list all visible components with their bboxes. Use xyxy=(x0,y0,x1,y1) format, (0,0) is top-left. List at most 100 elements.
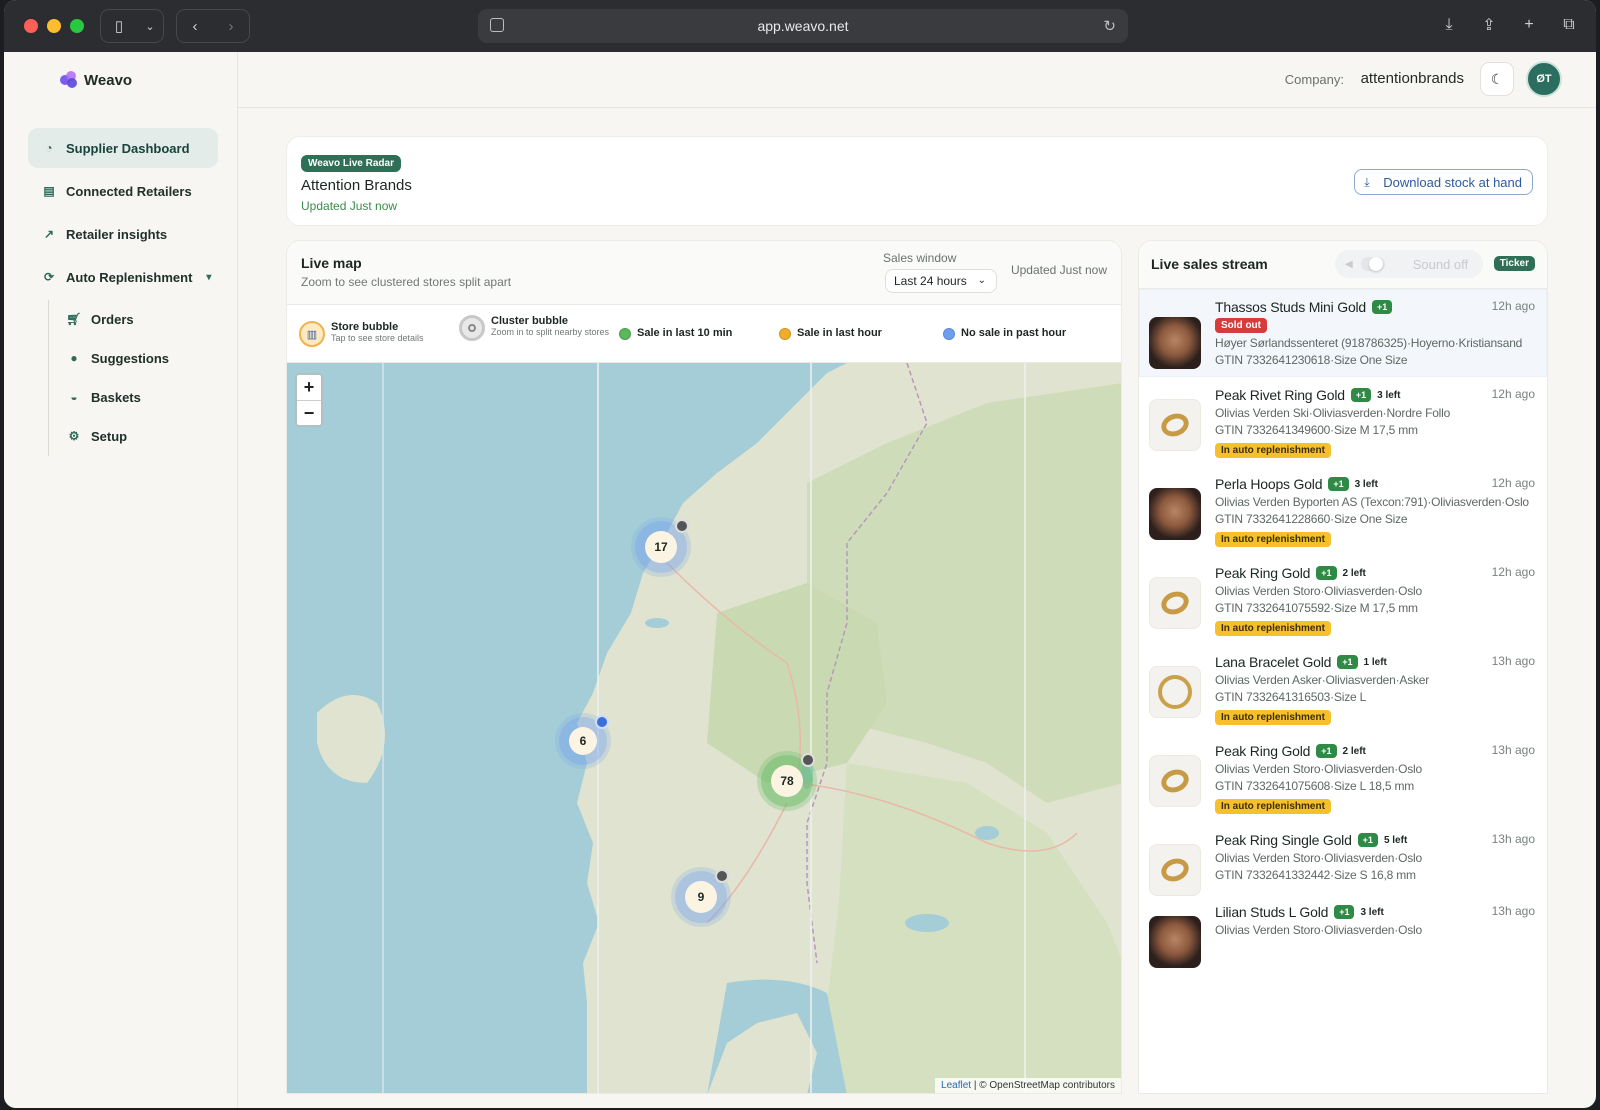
live-map-panel: Live map Zoom to see clustered stores sp… xyxy=(286,240,1122,1094)
forward-icon[interactable]: › xyxy=(213,10,249,42)
gtin-size: GTIN 7332641316503·Size L xyxy=(1215,690,1367,704)
cluster-pin-icon xyxy=(675,519,689,533)
stock-left: 3 left xyxy=(1354,478,1378,490)
reload-icon[interactable]: ↻ xyxy=(1103,17,1116,35)
nav-label: Connected Retailers xyxy=(66,183,192,199)
theme-toggle-button[interactable]: ☾ xyxy=(1480,62,1514,96)
share-icon[interactable]: ⇪ xyxy=(1478,14,1500,36)
nav-label: Supplier Dashboard xyxy=(66,140,190,156)
product-name: Lilian Studs L Gold xyxy=(1215,904,1329,920)
nav-supplier-dashboard[interactable]: ◔ Supplier Dashboard xyxy=(28,128,218,168)
quantity-badge: +1 xyxy=(1357,833,1378,847)
nav-orders[interactable]: 🛒︎ Orders xyxy=(63,300,169,338)
sale-title-row: Perla Hoops Gold +1 3 left xyxy=(1215,476,1535,492)
gtin-size: GTIN 7332641332442·Size S 16,8 mm xyxy=(1215,868,1416,882)
company-name[interactable]: attentionbrands xyxy=(1361,70,1464,87)
sale-time: 12h ago xyxy=(1491,387,1535,401)
nav-retailer-insights[interactable]: ↗ Retailer insights xyxy=(28,214,218,254)
store-info: Olivias Verden Storo·Oliviasverden·Oslo xyxy=(1215,923,1422,937)
store-info: Olivias Verden Ski·Oliviasverden·Nordre … xyxy=(1215,406,1451,420)
maximize-window-button[interactable] xyxy=(70,19,84,33)
sale-item[interactable]: Lana Bracelet Gold +1 1 left 13h ago Olivias… xyxy=(1139,644,1547,733)
sale-title-row: Peak Rivet Ring Gold +1 3 left xyxy=(1215,387,1535,403)
sidebar: Weavo ◔ Supplier Dashboard ▤ Connected R… xyxy=(4,52,238,1108)
site-info-icon[interactable] xyxy=(490,18,504,32)
weavo-logo-icon xyxy=(60,71,78,89)
browser-actions: ⤓ ⇪ + ⧉ xyxy=(1438,14,1580,36)
refresh-icon: ⟳ xyxy=(43,270,55,284)
nav-auto-replenishment[interactable]: ⟳ Auto Replenishment ▾ xyxy=(28,257,218,297)
chevron-down-icon[interactable]: ⌄ xyxy=(137,10,163,42)
user-avatar[interactable]: ØT xyxy=(1526,61,1562,97)
nav-suggestions[interactable]: ● Suggestions xyxy=(63,339,169,377)
nav-label: Auto Replenishment xyxy=(66,269,193,285)
stock-left: 5 left xyxy=(1383,834,1408,846)
nav-setup[interactable]: ⚙ Setup xyxy=(63,417,169,455)
chevron-down-icon: ▾ xyxy=(206,271,212,283)
back-icon[interactable]: ‹ xyxy=(177,10,213,42)
sale-title-row: Peak Ring Gold +1 2 left xyxy=(1215,565,1535,581)
sale-time: 13h ago xyxy=(1491,904,1535,918)
downloads-icon[interactable]: ⤓ xyxy=(1438,14,1460,36)
product-name: Lana Bracelet Gold xyxy=(1215,654,1332,670)
brand-logo[interactable]: Weavo xyxy=(60,71,132,89)
sales-window-select[interactable]: Last 24 hours ⌄ xyxy=(885,269,997,293)
map-canvas[interactable]: + − 17 6 78 9 Leaflet | © OpenStreetMap … xyxy=(287,363,1121,1093)
sale-item[interactable]: Peak Ring Single Gold +1 5 left 13h ago Oliv… xyxy=(1139,822,1547,896)
sale-item[interactable]: Peak Ring Gold +1 2 left 13h ago Olivias Ver… xyxy=(1139,733,1547,822)
quantity-badge: +1 xyxy=(1328,477,1349,491)
stock-left: 2 left xyxy=(1342,745,1366,757)
tab-overview-icon[interactable]: ⧉ xyxy=(1558,14,1580,36)
cluster-pin-icon xyxy=(715,869,729,883)
cluster-bubble[interactable]: 17 xyxy=(635,519,689,573)
leaflet-link[interactable]: Leaflet xyxy=(941,1080,971,1091)
sale-time: 12h ago xyxy=(1491,299,1535,313)
cluster-bubble[interactable]: 78 xyxy=(761,753,815,807)
zoom-in-button[interactable]: + xyxy=(297,375,321,400)
address-bar[interactable]: app.weavo.net ↻ xyxy=(478,9,1128,43)
sale-time: 12h ago xyxy=(1491,476,1535,490)
new-tab-icon[interactable]: + xyxy=(1518,14,1540,36)
cluster-bubble[interactable]: 9 xyxy=(675,869,729,923)
sale-item[interactable]: Perla Hoops Gold +1 3 left 12h ago Olivias V… xyxy=(1139,466,1547,555)
nav-baskets[interactable]: ◒ Baskets xyxy=(63,378,169,416)
nav-connected-retailers[interactable]: ▤ Connected Retailers xyxy=(28,171,218,211)
legend-no-sale: No sale in past hour xyxy=(943,327,1066,340)
zoom-out-button[interactable]: − xyxy=(297,400,321,425)
window-controls xyxy=(24,19,84,33)
nav-label: Suggestions xyxy=(91,350,170,366)
gauge-icon: ◔ xyxy=(45,141,53,155)
close-window-button[interactable] xyxy=(24,19,38,33)
store-icon: ▤ xyxy=(43,184,55,198)
store-info: Høyer Sørlandssenteret (918786325)·Hoyer… xyxy=(1215,336,1523,350)
minimize-window-button[interactable] xyxy=(47,19,61,33)
store-info: Olivias Verden Byporten AS (Texcon:791)·… xyxy=(1215,495,1529,509)
auto-replenishment-badge: In auto replenishment xyxy=(1215,443,1331,458)
product-photo-jewelry xyxy=(1149,666,1201,718)
product-photo-earring xyxy=(1149,488,1201,540)
product-photo-earring xyxy=(1149,916,1201,968)
sale-item[interactable]: Thassos Studs Mini Gold +1 Sold out 12h ago… xyxy=(1139,289,1547,377)
sound-switch[interactable] xyxy=(1360,257,1385,271)
sale-title-row: Lana Bracelet Gold +1 1 left xyxy=(1215,654,1535,670)
sale-item[interactable]: Peak Rivet Ring Gold +1 3 left 12h ago Olivi… xyxy=(1139,377,1547,466)
cluster-count: 78 xyxy=(771,765,803,797)
brand-title: Attention Brands xyxy=(301,177,412,194)
sound-toggle[interactable]: ◀ Sound off xyxy=(1335,250,1483,278)
sale-item[interactable]: Lilian Studs L Gold +1 3 left 13h ago Olivia… xyxy=(1139,894,1547,968)
sale-item[interactable]: Peak Ring Gold +1 2 left 12h ago Olivias Ver… xyxy=(1139,555,1547,644)
legend-title: Sale in last hour xyxy=(797,327,882,339)
auto-replenishment-subnav: 🛒︎ Orders ● Suggestions ◒ Baskets ⚙ Setu… xyxy=(48,300,169,456)
ticker-badge[interactable]: Ticker xyxy=(1493,256,1535,271)
download-stock-button[interactable]: ⤓ Download stock at hand xyxy=(1354,169,1533,195)
sidebar-toggle-icon[interactable]: ▯ xyxy=(101,10,137,42)
main-nav: ◔ Supplier Dashboard ▤ Connected Retaile… xyxy=(28,128,218,300)
cluster-bubble[interactable]: 6 xyxy=(559,715,609,765)
gtin-size: GTIN 7332641075592·Size M 17,5 mm xyxy=(1215,601,1418,615)
nav-label: Setup xyxy=(91,428,128,444)
speaker-muted-icon: ◀ xyxy=(1345,258,1353,270)
stream-title: Live sales stream xyxy=(1151,256,1268,272)
legend-desc: Zoom in to split nearby stores xyxy=(491,327,610,337)
sale-time: 13h ago xyxy=(1491,832,1535,846)
nav-label: Retailer insights xyxy=(66,226,168,242)
